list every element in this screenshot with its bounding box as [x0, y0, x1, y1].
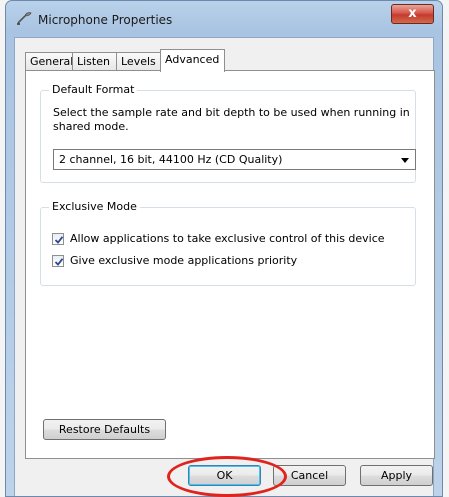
exclusive-mode-label: Exclusive Mode	[49, 200, 140, 213]
sample-rate-dropdown[interactable]: 2 channel, 16 bit, 44100 Hz (CD Quality)	[53, 149, 416, 170]
window-title: Microphone Properties	[38, 13, 173, 27]
default-format-label: Default Format	[49, 83, 138, 96]
title-bar[interactable]: Microphone Properties x	[6, 1, 442, 37]
dialog-window: Microphone Properties x General Listen L…	[5, 0, 443, 497]
tab-listen[interactable]: Listen	[72, 52, 117, 71]
priority-checkbox[interactable]	[52, 255, 64, 267]
tab-advanced[interactable]: Advanced	[160, 49, 225, 72]
checkmark-icon	[54, 258, 64, 266]
allow-exclusive-checkbox[interactable]	[52, 233, 64, 245]
dialog-body: General Listen Levels Advanced Default F…	[14, 37, 435, 496]
microphone-icon	[16, 10, 34, 26]
default-format-group: Default Format Select the sample rate an…	[40, 83, 416, 183]
tab-page-advanced: Default Format Select the sample rate an…	[25, 70, 435, 459]
close-icon: x	[408, 6, 417, 21]
tab-general[interactable]: General	[25, 52, 73, 71]
checkmark-icon	[54, 236, 64, 244]
restore-defaults-button[interactable]: Restore Defaults	[43, 419, 166, 440]
sample-rate-value: 2 channel, 16 bit, 44100 Hz (CD Quality)	[59, 153, 283, 166]
tab-levels[interactable]: Levels	[116, 52, 161, 71]
ok-button[interactable]: OK	[188, 465, 261, 486]
priority-label[interactable]: Give exclusive mode applications priorit…	[70, 254, 297, 267]
close-button[interactable]: x	[391, 4, 434, 24]
exclusive-mode-group: Exclusive Mode Allow applications to tak…	[40, 200, 416, 286]
allow-exclusive-label[interactable]: Allow applications to take exclusive con…	[70, 232, 385, 245]
default-format-description: Select the sample rate and bit depth to …	[53, 106, 410, 133]
chevron-down-icon[interactable]	[401, 158, 409, 163]
apply-button[interactable]: Apply	[360, 465, 433, 486]
cancel-button[interactable]: Cancel	[273, 465, 346, 486]
